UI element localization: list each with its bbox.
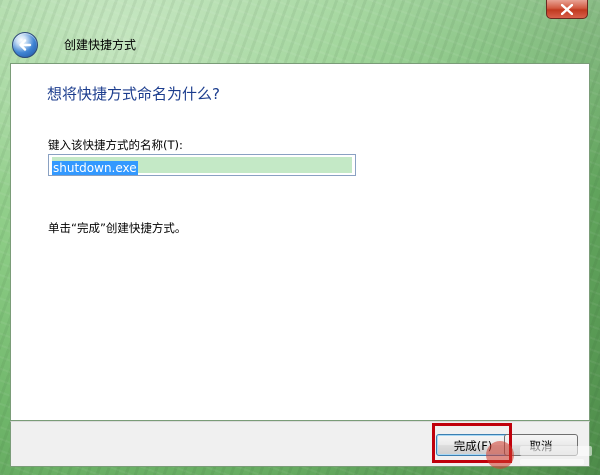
name-field-label: 键入该快捷方式的名称(T): <box>48 138 183 152</box>
watermark-logo <box>486 441 596 471</box>
back-arrow-icon <box>19 39 32 51</box>
content-panel: 想将快捷方式命名为什么? 键入该快捷方式的名称(T): shutdown.exe… <box>10 63 590 421</box>
back-button[interactable] <box>12 32 38 58</box>
shortcut-name-value: shutdown.exe <box>52 161 138 175</box>
close-button[interactable] <box>546 0 588 19</box>
wizard-header: 创建快捷方式 <box>10 28 592 62</box>
watermark-bar <box>520 446 592 456</box>
finish-instruction: 单击“完成”创建快捷方式。 <box>48 221 187 235</box>
input-selection: shutdown.exe <box>52 157 352 175</box>
watermark-logo-icon <box>486 441 514 469</box>
close-icon <box>561 4 573 15</box>
wizard-window: 创建快捷方式 想将快捷方式命名为什么? 键入该快捷方式的名称(T): shutd… <box>0 0 600 475</box>
page-heading: 想将快捷方式命名为什么? <box>47 85 220 103</box>
wizard-title: 创建快捷方式 <box>64 38 137 52</box>
watermark-bar <box>520 459 584 465</box>
shortcut-name-input[interactable]: shutdown.exe <box>48 154 356 176</box>
